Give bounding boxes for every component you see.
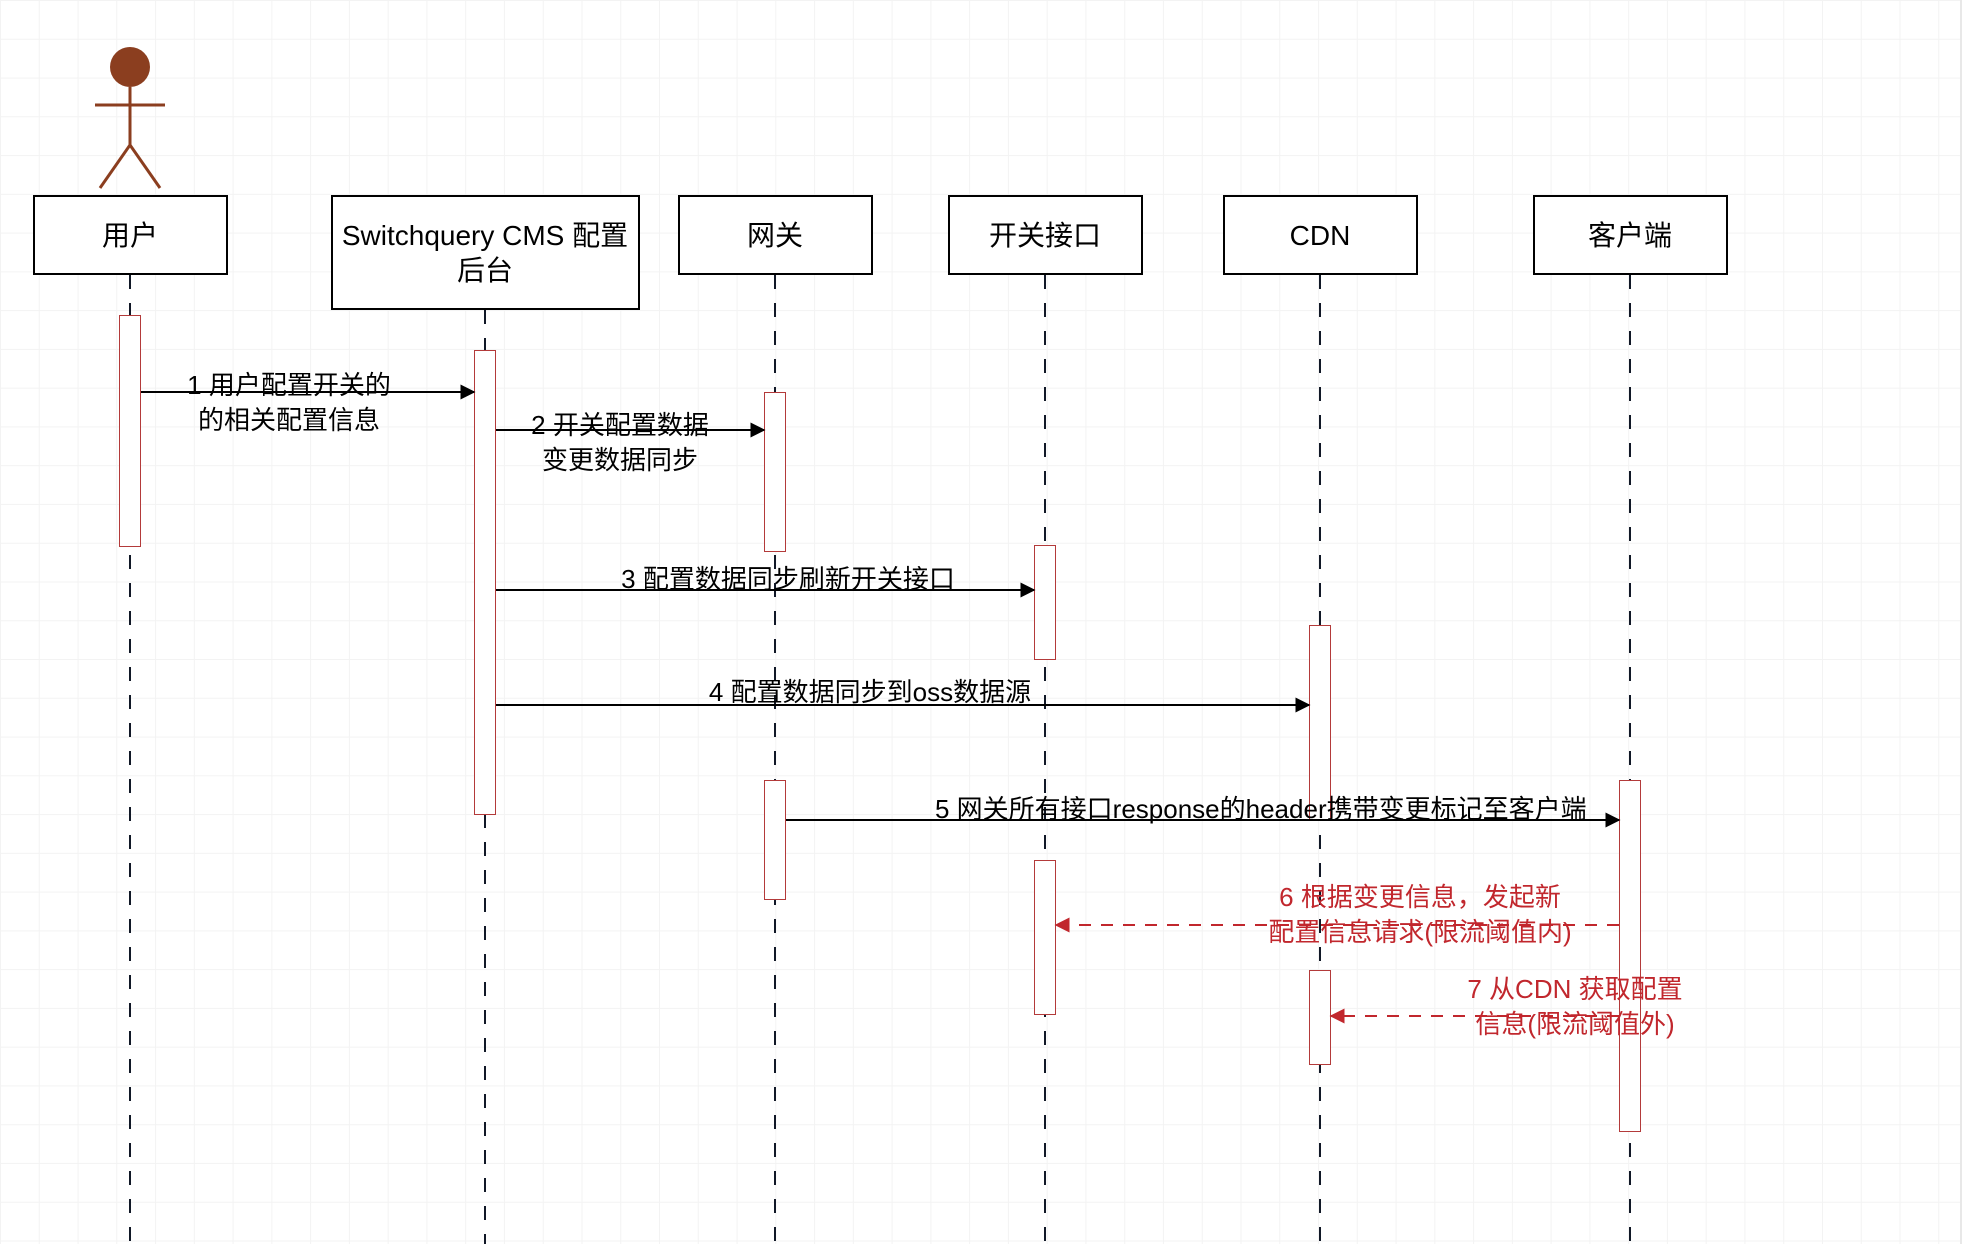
participant-label: 网关 (747, 218, 803, 253)
actor-icon (0, 0, 1962, 1244)
lifelines-layer (0, 0, 1962, 1244)
message-label-m7: 7 从CDN 获取配置 信息(限流阈值外) (1315, 972, 1835, 1042)
participant-switch: 开关接口 (948, 195, 1143, 275)
participant-cdn: CDN (1223, 195, 1418, 275)
participant-gateway: 网关 (678, 195, 873, 275)
participant-label: 开关接口 (989, 218, 1101, 253)
activation-a_sw2 (1034, 860, 1056, 1015)
participant-label: 用户 (102, 218, 158, 253)
participant-user: 用户 (33, 195, 228, 275)
participant-label: CDN (1290, 218, 1351, 253)
message-label-m3: 3 配置数据同步刷新开关接口 (528, 562, 1048, 597)
participant-label: 客户端 (1588, 218, 1672, 253)
activation-a_client (1619, 780, 1641, 1132)
arrows-layer (0, 0, 1962, 1244)
message-label-m4: 4 配置数据同步到oss数据源 (610, 675, 1130, 710)
participant-label: Switchquery CMS 配置后台 (341, 218, 630, 288)
message-label-m6: 6 根据变更信息，发起新 配置信息请求(限流阈值内) (1160, 880, 1680, 950)
activation-a_gw2 (764, 780, 786, 900)
activation-a_cdn1 (1309, 625, 1331, 820)
diagram-canvas: 用户Switchquery CMS 配置后台网关开关接口CDN客户端 1 用户配… (0, 0, 1962, 1244)
message-label-m2: 2 开关配置数据 变更数据同步 (360, 408, 880, 478)
participant-client: 客户端 (1533, 195, 1728, 275)
participant-cms: Switchquery CMS 配置后台 (331, 195, 640, 310)
message-label-m5: 5 网关所有接口response的header携带变更标记至客户端 (935, 792, 1455, 827)
